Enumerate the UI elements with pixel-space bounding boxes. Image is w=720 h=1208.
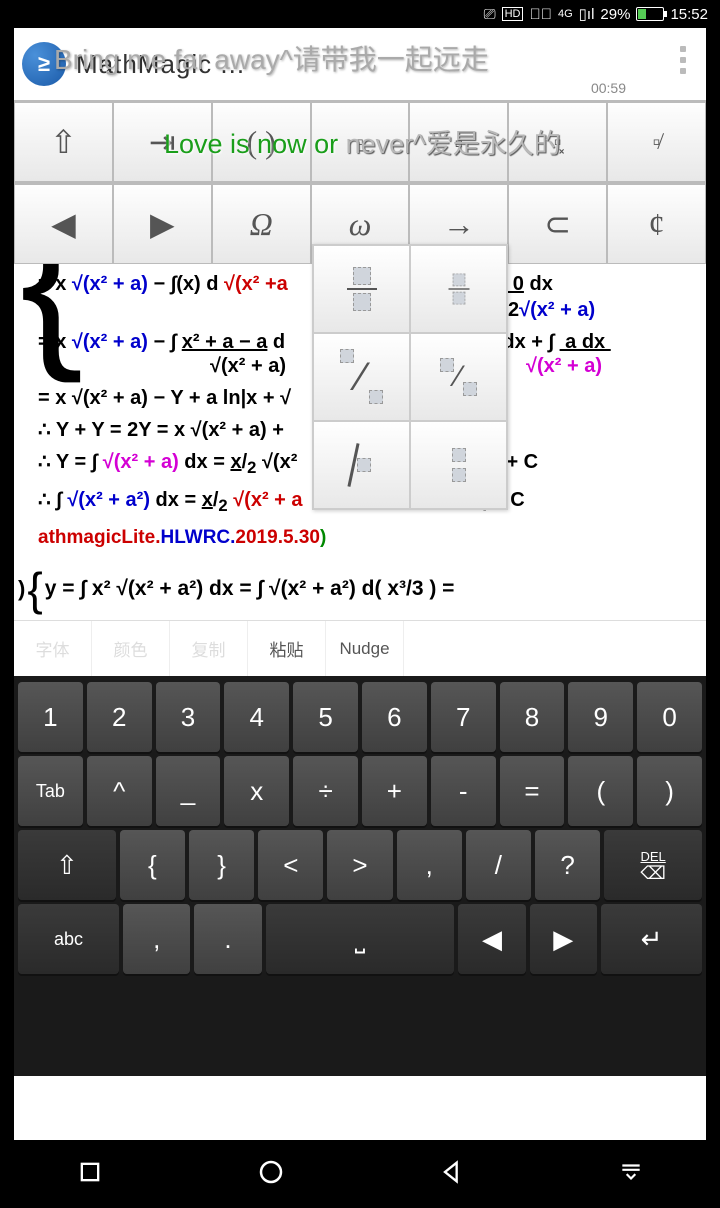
keyboard: 1 2 3 4 5 6 7 8 9 0 Tab ^ _ x ÷ + - = ( … (14, 676, 706, 1076)
signal-icon: ▯ıl (579, 5, 595, 23)
fraction-diag-button[interactable]: ⁄ (410, 333, 507, 421)
key-9[interactable]: 9 (568, 682, 633, 752)
key-slash[interactable]: / (466, 830, 531, 900)
key-7[interactable]: 7 (431, 682, 496, 752)
key-plus[interactable]: + (362, 756, 427, 826)
key-delete[interactable]: DEL⌫ (604, 830, 702, 900)
status-bar: ⎚ HD ◉᷍ 4G ▯ıl 29% 15:52 (0, 0, 720, 28)
subset-symbol-button[interactable]: ⊂ (508, 184, 607, 264)
key-3[interactable]: 3 (156, 682, 221, 752)
left-arrow-button[interactable]: ◀ (14, 184, 113, 264)
nav-drawer-button[interactable] (618, 1159, 644, 1190)
system-nav-bar (0, 1140, 720, 1208)
media-timer: 00:59 (591, 80, 626, 96)
fraction-popup: ⁄ ⁄ (312, 244, 508, 510)
key-5[interactable]: 5 (293, 682, 358, 752)
fraction-small-button[interactable] (410, 245, 507, 333)
equation-input-line[interactable]: ){y = ∫ x² √(x² + a²) dx = ∫ √(x² + a²) … (18, 562, 454, 616)
key-period[interactable]: . (194, 904, 261, 974)
fraction-bar-button[interactable] (313, 421, 410, 509)
key-paren-open[interactable]: ( (568, 756, 633, 826)
tab-paste[interactable]: 粘贴 (248, 621, 326, 676)
overflow-menu-button[interactable] (680, 46, 686, 74)
clock: 15:52 (670, 6, 708, 23)
key-6[interactable]: 6 (362, 682, 427, 752)
key-x[interactable]: x (224, 756, 289, 826)
strike-template-button[interactable]: ▫̸ (607, 102, 706, 182)
cent-symbol-button[interactable]: ¢ (607, 184, 706, 264)
tab-nudge[interactable]: Nudge (326, 621, 404, 676)
key-right[interactable]: ▶ (530, 904, 597, 974)
key-comma2[interactable]: , (123, 904, 190, 974)
key-abc[interactable]: abc (18, 904, 119, 974)
nav-home-button[interactable] (256, 1157, 286, 1192)
wifi-icon: ◉᷍ (529, 6, 552, 23)
network-icon: 4G (558, 8, 573, 20)
hd-icon: HD (502, 7, 524, 21)
key-2[interactable]: 2 (87, 682, 152, 752)
shift-up-button[interactable]: ⇧ (14, 102, 113, 182)
key-gt[interactable]: > (327, 830, 392, 900)
key-shift[interactable]: ⇧ (18, 830, 116, 900)
key-minus[interactable]: - (431, 756, 496, 826)
key-brace-open[interactable]: { (120, 830, 185, 900)
key-4[interactable]: 4 (224, 682, 289, 752)
key-question[interactable]: ? (535, 830, 600, 900)
keyboard-row-1: 1 2 3 4 5 6 7 8 9 0 (18, 682, 702, 752)
key-0[interactable]: 0 (637, 682, 702, 752)
edit-tabs: 字体 颜色 复制 粘贴 Nudge (14, 620, 706, 676)
keyboard-row-2: Tab ^ _ x ÷ + - = ( ) (18, 756, 702, 826)
nav-back-button[interactable] (438, 1158, 466, 1191)
key-paren-close[interactable]: ) (637, 756, 702, 826)
key-brace-close[interactable]: } (189, 830, 254, 900)
nav-recent-button[interactable] (76, 1158, 104, 1191)
key-tab[interactable]: Tab (18, 756, 83, 826)
key-enter[interactable]: ↵ (601, 904, 702, 974)
key-1[interactable]: 1 (18, 682, 83, 752)
key-space[interactable]: ⎵ (266, 904, 455, 974)
key-left[interactable]: ◀ (458, 904, 525, 974)
tab-font[interactable]: 字体 (14, 621, 92, 676)
right-arrow-button[interactable]: ▶ (113, 184, 212, 264)
keyboard-row-3: ⇧ { } < > , / ? DEL⌫ (18, 830, 702, 900)
fraction-stack-button[interactable] (410, 421, 507, 509)
lyric-overlay-2: Love is now or never^爱是永久的 (164, 122, 561, 161)
key-lt[interactable]: < (258, 830, 323, 900)
math-toolbar-row-1: Love is now or never^爱是永久的 ⇧ ⇥ ( ) ▫̲ ▫ٜ… (14, 100, 706, 182)
tab-color[interactable]: 颜色 (92, 621, 170, 676)
key-underscore[interactable]: _ (156, 756, 221, 826)
keyboard-row-4: abc , . ⎵ ◀ ▶ ↵ (18, 904, 702, 974)
app-header: ≥ MathMagic ... Bring me far away^请带我一起远… (14, 28, 706, 100)
key-equals[interactable]: = (500, 756, 565, 826)
battery-icon (636, 7, 664, 21)
cast-icon: ⎚ (484, 6, 496, 23)
key-8[interactable]: 8 (500, 682, 565, 752)
fraction-slash-button[interactable]: ⁄ (313, 333, 410, 421)
key-comma[interactable]: , (397, 830, 462, 900)
fraction-vertical-button[interactable] (313, 245, 410, 333)
key-caret[interactable]: ^ (87, 756, 152, 826)
lyric-overlay-1: Bring me far away^请带我一起远走 (54, 38, 489, 78)
tab-copy[interactable]: 复制 (170, 621, 248, 676)
battery-percent: 29% (600, 6, 630, 23)
key-divide[interactable]: ÷ (293, 756, 358, 826)
omega-upper-button[interactable]: Ω (212, 184, 311, 264)
